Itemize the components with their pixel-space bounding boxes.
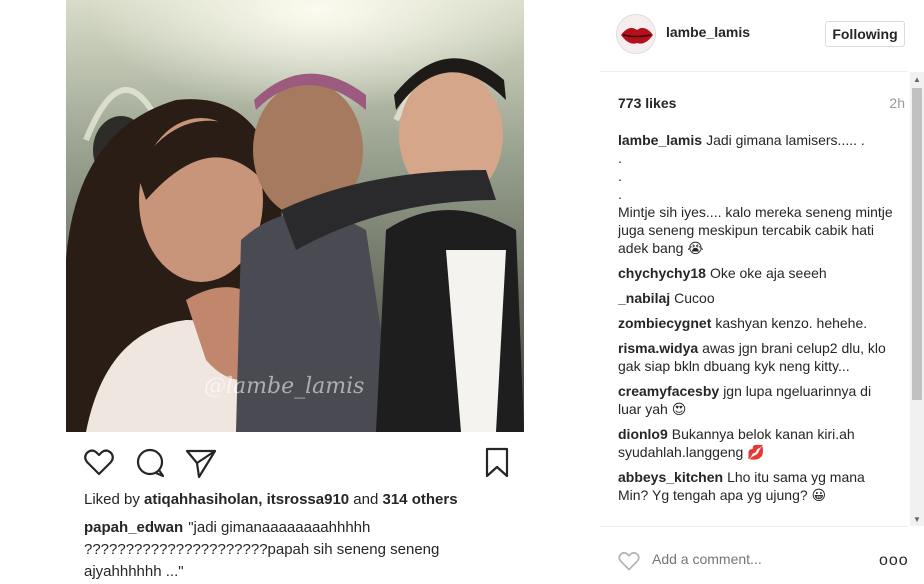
comment-button[interactable]	[133, 446, 167, 480]
comment-text: Cucoo	[674, 290, 715, 306]
comment-text: kashyan kenzo. hehehe.	[715, 315, 868, 331]
post-header: lambe_lamis Following	[600, 0, 908, 72]
liked-by-others-link[interactable]: 314 others	[383, 491, 458, 508]
caption-username-link[interactable]: papah_edwan	[84, 519, 183, 536]
comment-text: Oke oke aja seeeh	[709, 265, 827, 281]
comment-item: abbeys_kitchen Lho itu sama yg mana Min? …	[618, 468, 898, 504]
comment-item: risma.widya awas jgn brani celup2 dlu, kl…	[618, 339, 898, 375]
likes-count[interactable]: 773 likes	[618, 95, 676, 111]
watermark-text: @lambe_lamis	[204, 374, 365, 399]
share-button[interactable]	[184, 446, 218, 480]
comment-bubble-icon	[136, 448, 165, 478]
comment-username-link[interactable]: lambe_lamis	[618, 132, 702, 148]
comment-item: creamyfacesby jgn lupa ngeluarinnya di lu…	[618, 382, 898, 418]
footer-like-button[interactable]	[617, 549, 641, 573]
heart-icon	[84, 449, 114, 476]
liked-by-line: Liked by atiqahhasiholan, itsrossa910 an…	[84, 491, 458, 508]
liked-by-users-link[interactable]: atiqahhasiholan, itsrossa910	[144, 491, 349, 508]
more-options-icon[interactable]: ooo	[879, 552, 909, 570]
comment-username-link[interactable]: risma.widya	[618, 340, 698, 356]
comment-item: zombiecygnet kashyan kenzo. hehehe.	[618, 314, 898, 332]
heart-icon	[618, 551, 640, 571]
header-username-link[interactable]: lambe_lamis	[666, 24, 750, 40]
scroll-down-arrow-icon[interactable]: ▼	[910, 512, 924, 526]
add-comment-input[interactable]	[652, 551, 862, 567]
comment-item: dionlo9 Bukannya belok kanan kiri.ah syud…	[618, 425, 898, 461]
comment-footer: ooo	[600, 526, 908, 584]
post-photo-image	[66, 0, 524, 432]
post-sidebar: lambe_lamis Following 773 likes 2h lambe…	[600, 0, 924, 584]
scroll-up-arrow-icon[interactable]: ▲	[910, 72, 924, 86]
share-plane-icon	[185, 449, 217, 479]
comment-text: Jadi gimana lamisers..... . . . . Mintje…	[618, 132, 893, 256]
comment-username-link[interactable]: _nabilaj	[618, 290, 670, 306]
comments-list[interactable]: lambe_lamis Jadi gimana lamisers..... . .…	[618, 131, 898, 527]
post-timestamp[interactable]: 2h	[889, 95, 905, 111]
like-button[interactable]	[82, 446, 116, 480]
avatar[interactable]	[616, 14, 656, 54]
post-media-column: @lambe_lamis Liked by atiqahhasiholan, i…	[0, 0, 600, 584]
lips-avatar-image	[617, 15, 655, 53]
comment-username-link[interactable]: creamyfacesby	[618, 383, 719, 399]
comment-username-link[interactable]: dionlo9	[618, 426, 668, 442]
save-button[interactable]	[480, 446, 514, 480]
comment-username-link[interactable]: chychychy18	[618, 265, 706, 281]
post-action-bar	[66, 446, 524, 480]
comment-item: _nabilaj Cucoo	[618, 289, 898, 307]
liked-by-and: and	[353, 491, 379, 508]
scroll-thumb[interactable]	[912, 88, 922, 400]
liked-by-prefix: Liked by	[84, 491, 140, 508]
post-caption: papah_edwan "jadi gimanaaaaaaaahhhhh ????…	[84, 517, 444, 583]
comment-item: chychychy18 Oke oke aja seeeh	[618, 264, 898, 282]
bookmark-icon	[485, 447, 509, 478]
following-button[interactable]: Following	[825, 21, 905, 47]
comment-username-link[interactable]: abbeys_kitchen	[618, 469, 723, 485]
comment-item: lambe_lamis Jadi gimana lamisers..... . .…	[618, 131, 898, 257]
post-photo[interactable]: @lambe_lamis	[66, 0, 524, 432]
comments-scrollbar[interactable]: ▲ ▼	[910, 72, 924, 526]
comment-username-link[interactable]: zombiecygnet	[618, 315, 711, 331]
